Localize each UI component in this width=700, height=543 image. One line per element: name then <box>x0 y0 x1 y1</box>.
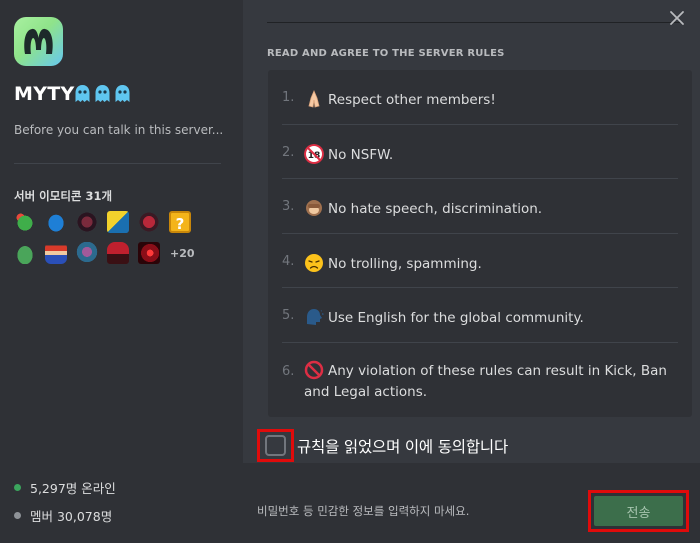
more-emojis-count: +20 <box>170 246 195 260</box>
submit-button-highlight: 전송 <box>588 490 689 532</box>
red-face-emoji-icon[interactable] <box>138 211 160 233</box>
rule-text: No hate speech, discrimination. <box>328 201 543 217</box>
rule-item: 4. No trolling, spamming. <box>282 234 678 288</box>
rule-text: Any violation of these rules can result … <box>304 363 667 400</box>
folded-hands-icon <box>308 89 320 108</box>
rules-list: 1. Respect other members! 2. 18 No NSFW. … <box>268 70 692 417</box>
blue-ghost-emoji-icon[interactable] <box>45 211 67 233</box>
rule-number: 5. <box>282 308 295 323</box>
rule-item: 3. No hate speech, discrimination. <box>282 179 678 234</box>
prohibited-icon <box>304 360 324 380</box>
ghost-icon <box>75 85 90 102</box>
emoji-count-title: 서버 이모티콘 31개 <box>14 189 113 203</box>
server-info-panel: MYTY Before you can talk in this server.… <box>0 0 243 543</box>
dark-face-emoji-icon[interactable] <box>76 211 98 233</box>
close-icon[interactable] <box>668 9 686 27</box>
see-no-evil-monkey-icon <box>306 200 322 216</box>
agree-row: 규칙을 읽었으며 이에 동의합니다 <box>257 429 508 462</box>
online-count: 5,297명 온라인 <box>14 478 116 497</box>
online-dot-icon <box>14 484 21 491</box>
member-stats: 5,297명 온라인 멤버 30,078명 <box>14 478 116 534</box>
yellow-blue-face-emoji-icon[interactable] <box>107 211 129 233</box>
rule-text: Respect other members! <box>328 92 496 108</box>
speaking-head-icon <box>307 309 324 325</box>
server-logo-icon <box>14 17 63 66</box>
server-intro-text: Before you can talk in this server... <box>14 123 224 137</box>
agree-checkbox[interactable] <box>265 435 286 456</box>
server-name: MYTY <box>14 83 75 105</box>
red-glow-emoji-icon[interactable] <box>138 242 160 264</box>
rule-text: Use English for the global community. <box>328 310 584 326</box>
red-hair-emoji-icon[interactable] <box>107 242 129 264</box>
emoji-grid: ? +20 <box>14 211 224 273</box>
ghost-icon <box>115 85 130 102</box>
divider <box>14 163 221 164</box>
sensitive-info-notice: 비밀번호 등 민감한 정보를 입력하지 마세요. <box>257 504 470 518</box>
member-count-label: 멤버 30,078명 <box>30 509 113 524</box>
rules-heading: READ AND AGREE TO THE SERVER RULES <box>267 48 505 59</box>
question-block-emoji-icon[interactable]: ? <box>169 211 191 233</box>
footer: 비밀번호 등 민감한 정보를 입력하지 마세요. 전송 <box>243 463 700 543</box>
member-count: 멤버 30,078명 <box>14 506 116 525</box>
frog-emoji-icon[interactable] <box>14 211 36 233</box>
agree-label[interactable]: 규칙을 읽었으며 이에 동의합니다 <box>297 435 508 457</box>
disappointed-face-icon <box>305 254 323 272</box>
divider <box>267 22 682 23</box>
rule-number: 1. <box>282 90 295 105</box>
rule-text: No trolling, spamming. <box>328 256 482 272</box>
agree-checkbox-highlight[interactable] <box>257 429 294 462</box>
online-count-label: 5,297명 온라인 <box>30 481 116 496</box>
rule-item: 2. 18 No NSFW. <box>282 125 678 179</box>
submit-button[interactable]: 전송 <box>594 496 683 526</box>
rule-item: 5. Use English for the global community. <box>282 288 678 343</box>
green-frog-emoji-icon[interactable] <box>14 242 36 264</box>
rule-number: 2. <box>282 145 295 160</box>
rule-item: 1. Respect other members! <box>282 70 678 125</box>
rules-panel: READ AND AGREE TO THE SERVER RULES 1. Re… <box>243 0 700 543</box>
blue-face-emoji-icon[interactable] <box>76 242 98 264</box>
rule-number: 3. <box>282 199 295 214</box>
mario-emoji-icon[interactable] <box>45 242 67 264</box>
rule-number: 4. <box>282 254 295 269</box>
member-dot-icon <box>14 512 21 519</box>
rule-text: No NSFW. <box>328 147 394 163</box>
ghost-emojis <box>74 84 131 103</box>
rule-number: 6. <box>282 364 295 379</box>
rule-item: 6. Any violation of these rules can resu… <box>282 343 678 417</box>
ghost-icon <box>95 85 110 102</box>
no-under-18-icon: 18 <box>304 144 324 164</box>
